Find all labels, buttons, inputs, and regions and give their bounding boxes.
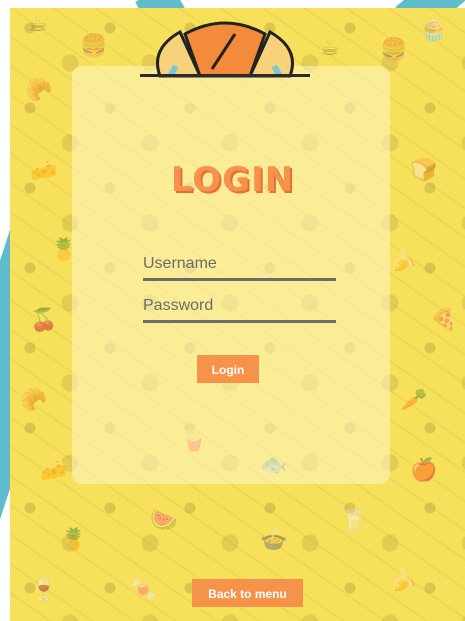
logo-underline xyxy=(140,74,310,77)
login-title: LOGIN xyxy=(170,160,295,200)
username-input[interactable] xyxy=(143,252,336,276)
password-field[interactable] xyxy=(143,294,336,323)
username-field[interactable] xyxy=(143,252,336,281)
login-button[interactable]: Login xyxy=(197,355,259,383)
back-to-menu-button[interactable]: Back to menu xyxy=(192,579,303,607)
croissant-icon xyxy=(156,21,294,78)
password-input[interactable] xyxy=(143,294,336,318)
